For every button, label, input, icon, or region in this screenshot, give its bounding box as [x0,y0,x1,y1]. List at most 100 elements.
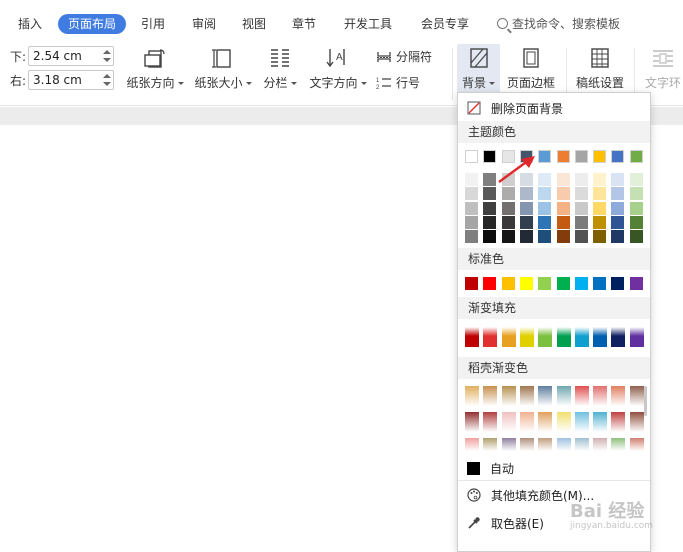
theme-color-swatch[interactable] [556,150,570,163]
shell-gradient-swatch[interactable] [611,386,626,406]
theme-shade-swatch[interactable] [574,215,588,229]
standard-color-swatch[interactable] [519,277,533,290]
gradient-swatch[interactable] [501,327,516,347]
theme-shade-swatch[interactable] [574,173,588,186]
shell-gradient-swatch[interactable] [465,412,479,432]
theme-shade-swatch[interactable] [519,201,533,215]
theme-shade-swatch[interactable] [483,201,497,215]
standard-color-swatch[interactable] [556,277,570,290]
shell-gradient-swatch[interactable] [629,438,644,451]
theme-color-swatch[interactable] [611,150,625,163]
standard-color-swatch[interactable] [483,277,497,290]
page-border-button[interactable]: 页面边框 [504,46,558,91]
theme-shade-swatch[interactable] [629,201,643,215]
theme-color-swatch[interactable] [593,150,607,163]
theme-color-swatch[interactable] [574,150,588,163]
shell-gradient-swatch[interactable] [465,386,479,406]
shell-gradient-swatch[interactable] [483,386,498,406]
shell-gradient-swatch[interactable] [501,412,516,432]
columns-button[interactable]: 分栏 [263,46,297,91]
shell-gradient-swatch[interactable] [501,386,516,406]
tab-chapter[interactable]: 章节 [292,14,316,34]
tab-review[interactable]: 审阅 [192,14,216,34]
theme-shade-swatch[interactable] [538,201,552,215]
paper-size-button[interactable]: 纸张大小 [194,46,252,91]
shell-gradient-swatch[interactable] [574,386,589,406]
theme-shade-swatch[interactable] [501,201,515,215]
theme-shade-swatch[interactable] [611,173,625,186]
theme-shade-swatch[interactable] [574,187,588,201]
spin-arrows-icon[interactable] [103,48,111,64]
theme-shade-swatch[interactable] [519,230,533,244]
shell-gradient-swatch[interactable] [611,438,626,451]
gradient-swatch[interactable] [519,327,534,347]
shell-gradient-swatch[interactable] [483,438,498,451]
right-margin-input[interactable]: 3.18 cm [28,70,114,90]
background-button[interactable]: 背景 [457,44,500,96]
shell-gradient-swatch[interactable] [629,386,644,406]
gradient-swatch[interactable] [465,327,479,347]
theme-shade-swatch[interactable] [556,230,570,244]
shell-gradient-swatch[interactable] [538,438,553,451]
theme-shade-swatch[interactable] [574,230,588,244]
theme-shade-swatch[interactable] [465,215,478,229]
shell-gradient-swatch[interactable] [556,386,571,406]
theme-shade-swatch[interactable] [538,230,552,244]
theme-shade-swatch[interactable] [483,187,497,201]
theme-shade-swatch[interactable] [611,201,625,215]
theme-shade-swatch[interactable] [556,173,570,186]
theme-shade-swatch[interactable] [629,187,643,201]
gradient-swatch[interactable] [483,327,498,347]
command-search[interactable]: 查找命令、搜索模板 [497,14,620,34]
remove-background-item[interactable]: 删除页面背景 [458,97,650,119]
tab-membership[interactable]: 会员专享 [421,14,469,34]
theme-shade-swatch[interactable] [611,230,625,244]
shell-gradient-swatch[interactable] [538,412,553,432]
shell-gradient-swatch[interactable] [519,412,534,432]
standard-color-swatch[interactable] [465,277,478,290]
gradient-swatch[interactable] [629,327,644,347]
standard-color-swatch[interactable] [593,277,607,290]
standard-color-swatch[interactable] [629,277,643,290]
theme-shade-swatch[interactable] [574,201,588,215]
theme-shade-swatch[interactable] [629,173,643,186]
theme-shade-swatch[interactable] [501,187,515,201]
shell-gradient-swatch[interactable] [465,438,479,451]
shell-gradient-swatch[interactable] [593,438,608,451]
gradient-swatch[interactable] [538,327,553,347]
gradient-swatch[interactable] [593,327,608,347]
theme-shade-swatch[interactable] [611,187,625,201]
shell-gradient-swatch[interactable] [611,412,626,432]
tab-page-layout[interactable]: 页面布局 [58,14,127,34]
theme-shade-swatch[interactable] [519,215,533,229]
theme-shade-swatch[interactable] [501,230,515,244]
bottom-margin-input[interactable]: 2.54 cm [28,46,114,66]
gradient-swatch[interactable] [611,327,626,347]
theme-shade-swatch[interactable] [556,215,570,229]
theme-shade-swatch[interactable] [611,215,625,229]
theme-shade-swatch[interactable] [465,173,478,186]
theme-shade-swatch[interactable] [556,201,570,215]
shell-gradient-swatch[interactable] [593,386,608,406]
theme-shade-swatch[interactable] [593,215,607,229]
theme-shade-swatch[interactable] [465,201,478,215]
shell-gradient-swatch[interactable] [519,386,534,406]
shell-gradient-swatch[interactable] [501,438,516,451]
shell-gradient-swatch[interactable] [574,438,589,451]
theme-shade-swatch[interactable] [593,173,607,186]
theme-shade-swatch[interactable] [501,215,515,229]
shell-gradient-swatch[interactable] [556,412,571,432]
theme-shade-swatch[interactable] [538,187,552,201]
text-direction-button[interactable]: A 文字方向 [309,46,367,91]
theme-color-swatch[interactable] [465,150,478,163]
standard-color-swatch[interactable] [501,277,515,290]
shell-gradient-swatch[interactable] [519,438,534,451]
theme-shade-swatch[interactable] [593,230,607,244]
spin-arrows-icon[interactable] [103,72,111,88]
theme-shade-swatch[interactable] [556,187,570,201]
theme-shade-swatch[interactable] [483,215,497,229]
manuscript-button[interactable]: 稿纸设置 [574,46,626,91]
theme-shade-swatch[interactable] [465,187,478,201]
auto-color-item[interactable]: 自动 [458,457,650,479]
theme-shade-swatch[interactable] [629,215,643,229]
